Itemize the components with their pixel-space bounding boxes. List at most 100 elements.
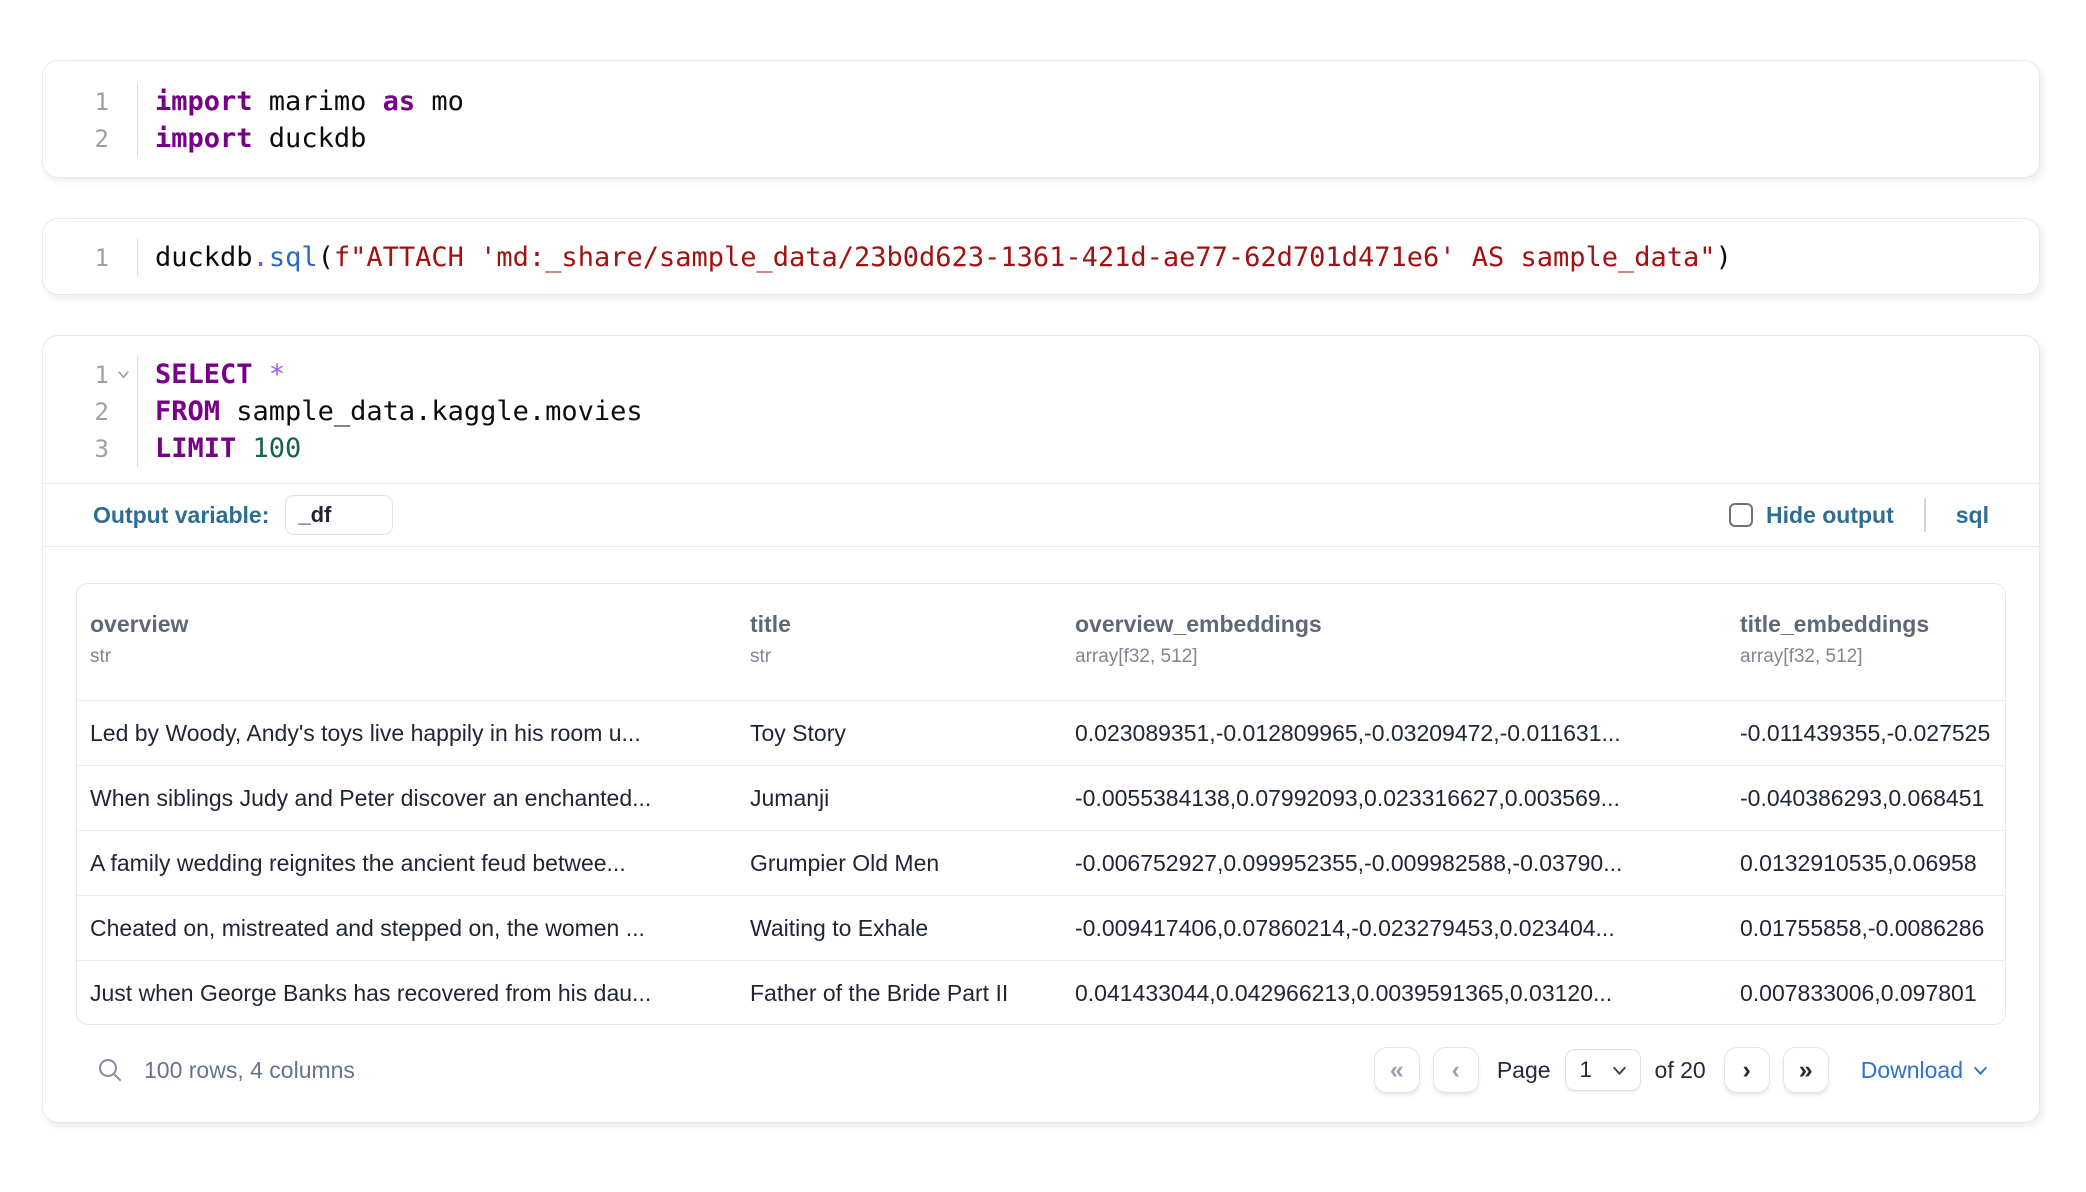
table-row: When siblings Judy and Peter discover an… bbox=[77, 766, 2005, 831]
table-cell: A family wedding reignites the ancient f… bbox=[77, 831, 737, 896]
code-token: import bbox=[155, 86, 253, 117]
table-cell: -0.011439355,-0.027525 bbox=[1727, 701, 2005, 766]
vertical-divider bbox=[1924, 498, 1926, 532]
code-line: 1 import marimo as mo bbox=[43, 83, 2039, 120]
table-cell: Jumanji bbox=[737, 766, 1062, 831]
table-cell: -0.009417406,0.07860214,-0.023279453,0.0… bbox=[1062, 896, 1727, 961]
output-variable-label: Output variable: bbox=[93, 502, 269, 529]
code-token: duckdb bbox=[155, 242, 253, 273]
table-cell: 0.023089351,-0.012809965,-0.03209472,-0.… bbox=[1062, 701, 1727, 766]
output-variable-input[interactable] bbox=[285, 495, 393, 535]
code-cell-attach: 1 duckdb.sql(f"ATTACH 'md:_share/sample_… bbox=[42, 218, 2040, 295]
code-line: 2 FROM sample_data.kaggle.movies bbox=[43, 393, 2039, 430]
column-type: str bbox=[750, 647, 1062, 667]
table-row: Just when George Banks has recovered fro… bbox=[77, 961, 2005, 1025]
page-select-value: 1 bbox=[1580, 1057, 1592, 1083]
sql-editor[interactable]: 1 SELECT * 2 FROM sample_data.kaggle.mov… bbox=[43, 336, 2039, 483]
table-cell: Cheated on, mistreated and stepped on, t… bbox=[77, 896, 737, 961]
table-cell: Waiting to Exhale bbox=[737, 896, 1062, 961]
search-icon[interactable] bbox=[96, 1056, 124, 1084]
code-token: duckdb bbox=[253, 123, 367, 154]
code-line: 1 duckdb.sql(f"ATTACH 'md:_share/sample_… bbox=[43, 239, 2039, 276]
last-page-icon: » bbox=[1799, 1056, 1813, 1085]
sql-cell: 1 SELECT * 2 FROM sample_data.kaggle.mov… bbox=[42, 335, 2040, 1123]
row-count-summary: 100 rows, 4 columns bbox=[144, 1057, 355, 1084]
code-token: mo bbox=[415, 86, 464, 117]
code-text: LIMIT 100 bbox=[137, 430, 2039, 467]
table-row: Led by Woody, Andy's toys live happily i… bbox=[77, 701, 2005, 766]
line-number: 3 bbox=[43, 435, 109, 463]
column-type: str bbox=[90, 647, 737, 667]
hide-output-label[interactable]: Hide output bbox=[1766, 502, 1894, 529]
dataframe-table: overview str title str overview_embeddin… bbox=[76, 583, 2006, 1025]
next-page-button[interactable]: › bbox=[1724, 1047, 1770, 1093]
code-token: sql bbox=[269, 242, 318, 273]
line-number: 2 bbox=[43, 125, 109, 153]
table-header-row: overview str title str overview_embeddin… bbox=[77, 584, 2005, 701]
table-cell: 0.01755858,-0.0086286 bbox=[1727, 896, 2005, 961]
column-header-title-embeddings[interactable]: title_embeddings array[f32, 512] bbox=[1727, 611, 2005, 700]
code-token: import bbox=[155, 123, 253, 154]
chevron-down-icon bbox=[1972, 1062, 1989, 1079]
line-number: 1 bbox=[43, 244, 109, 272]
code-text: import marimo as mo bbox=[137, 83, 2039, 120]
table-cell: 0.0132910535,0.06958 bbox=[1727, 831, 2005, 896]
hide-output-checkbox[interactable] bbox=[1729, 503, 1753, 527]
table-cell: Toy Story bbox=[737, 701, 1062, 766]
code-editor-attach[interactable]: 1 duckdb.sql(f"ATTACH 'md:_share/sample_… bbox=[43, 219, 2039, 295]
previous-page-button[interactable]: ‹ bbox=[1433, 1047, 1479, 1093]
chevron-down-icon bbox=[1611, 1062, 1628, 1079]
line-number: 1 bbox=[43, 88, 109, 116]
code-token: ) bbox=[1716, 242, 1732, 273]
code-token: SELECT bbox=[155, 359, 253, 390]
code-line: 2 import duckdb bbox=[43, 120, 2039, 157]
code-token: as bbox=[383, 86, 416, 117]
code-token bbox=[253, 359, 269, 390]
column-header-overview-embeddings[interactable]: overview_embeddings array[f32, 512] bbox=[1062, 611, 1727, 700]
code-cell-imports: 1 import marimo as mo 2 import duckdb bbox=[42, 60, 2040, 178]
code-token: f"ATTACH 'md:_share/sample_data/23b0d623… bbox=[334, 242, 1716, 273]
code-text: duckdb.sql(f"ATTACH 'md:_share/sample_da… bbox=[137, 239, 2039, 276]
column-type: array[f32, 512] bbox=[1740, 647, 2005, 667]
code-token: marimo bbox=[253, 86, 383, 117]
table-cell: Grumpier Old Men bbox=[737, 831, 1062, 896]
page-total-label: of 20 bbox=[1655, 1057, 1706, 1084]
code-token: sample_data.kaggle.movies bbox=[220, 396, 643, 427]
code-text: FROM sample_data.kaggle.movies bbox=[137, 393, 2039, 430]
column-name: overview bbox=[90, 611, 737, 637]
output-variable-bar: Output variable: Hide output sql bbox=[43, 484, 2039, 546]
column-header-overview[interactable]: overview str bbox=[77, 611, 737, 700]
language-badge[interactable]: sql bbox=[1956, 502, 1989, 529]
next-page-icon: › bbox=[1743, 1056, 1751, 1085]
table-row: Cheated on, mistreated and stepped on, t… bbox=[77, 896, 2005, 961]
table-cell: -0.040386293,0.068451 bbox=[1727, 766, 2005, 831]
table-cell: 0.007833006,0.097801 bbox=[1727, 961, 2005, 1025]
table-cell: -0.006752927,0.099952355,-0.009982588,-0… bbox=[1062, 831, 1727, 896]
code-token: LIMIT bbox=[155, 433, 236, 464]
table-cell: 0.041433044,0.042966213,0.0039591365,0.0… bbox=[1062, 961, 1727, 1025]
first-page-button[interactable]: « bbox=[1374, 1047, 1420, 1093]
fold-chevron-icon[interactable] bbox=[109, 367, 137, 382]
code-editor-imports[interactable]: 1 import marimo as mo 2 import duckdb bbox=[43, 61, 2039, 178]
column-header-title[interactable]: title str bbox=[737, 611, 1062, 700]
table-cell: -0.0055384138,0.07992093,0.023316627,0.0… bbox=[1062, 766, 1727, 831]
code-token: . bbox=[253, 242, 269, 273]
last-page-button[interactable]: » bbox=[1783, 1047, 1829, 1093]
cell-output-area: overview str title str overview_embeddin… bbox=[43, 547, 2039, 1123]
table-cell: When siblings Judy and Peter discover an… bbox=[77, 766, 737, 831]
page-label: Page bbox=[1497, 1057, 1551, 1084]
download-button[interactable]: Download bbox=[1861, 1057, 1989, 1084]
previous-page-icon: ‹ bbox=[1452, 1056, 1460, 1085]
first-page-icon: « bbox=[1390, 1056, 1404, 1085]
download-label: Download bbox=[1861, 1057, 1963, 1084]
column-name: title bbox=[750, 611, 1062, 637]
table-row: A family wedding reignites the ancient f… bbox=[77, 831, 2005, 896]
line-number: 1 bbox=[43, 361, 109, 389]
code-line: 3 LIMIT 100 bbox=[43, 430, 2039, 467]
code-token bbox=[236, 433, 252, 464]
code-token: * bbox=[269, 359, 285, 390]
page-select[interactable]: 1 bbox=[1565, 1049, 1641, 1091]
table-cell: Just when George Banks has recovered fro… bbox=[77, 961, 737, 1025]
code-token: 100 bbox=[253, 433, 302, 464]
line-number: 2 bbox=[43, 398, 109, 426]
